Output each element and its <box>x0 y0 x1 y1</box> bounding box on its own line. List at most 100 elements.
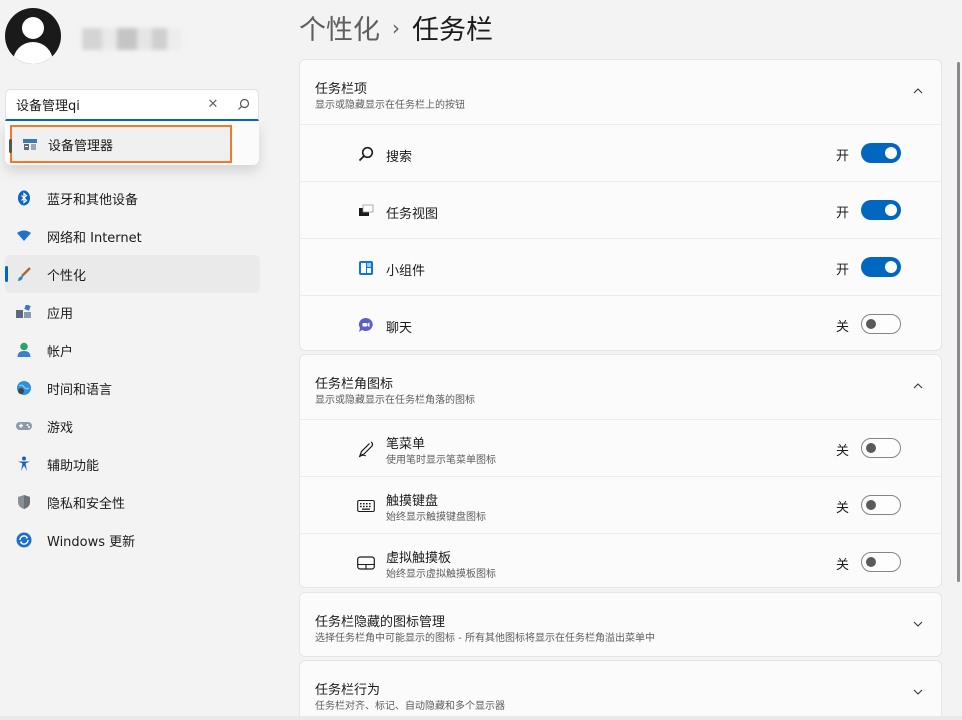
nav-item-gaming[interactable]: 游戏 <box>5 407 260 445</box>
nav-label: 游戏 <box>47 420 74 436</box>
nav-item-accounts[interactable]: 帐户 <box>5 331 260 369</box>
setting-row-widgets: 小组件 开 <box>300 238 941 295</box>
card-header[interactable]: 任务栏项 显示或隐藏显示在任务栏上的按钮 <box>300 60 941 124</box>
user-name-blurred <box>82 28 182 50</box>
nav-item-bluetooth[interactable]: 蓝牙和其他设备 <box>5 179 260 217</box>
section-subtitle: 显示或隐藏显示在任务栏上的按钮 <box>315 100 465 111</box>
bluetooth-icon <box>15 189 33 207</box>
nav-item-apps[interactable]: 应用 <box>5 293 260 331</box>
breadcrumb-separator: › <box>392 15 400 40</box>
pen-menu-toggle[interactable] <box>861 438 901 458</box>
toggle-state-text: 开 <box>836 263 850 278</box>
touchpad-icon <box>357 554 375 572</box>
globe-clock-icon <box>15 379 33 397</box>
device-manager-icon <box>22 137 38 151</box>
settings-search-box[interactable]: ✕ <box>5 89 259 121</box>
section-title: 任务栏隐藏的图标管理 <box>315 615 446 630</box>
suggestion-label: 设备管理器 <box>48 138 114 154</box>
toggle-state-text: 开 <box>836 149 850 164</box>
scrollbar-thumb[interactable] <box>957 62 960 582</box>
taskbar-items-card: 任务栏项 显示或隐藏显示在任务栏上的按钮 搜索 开 任务视图 开 小组件 开 聊… <box>299 59 942 351</box>
row-label: 笔菜单 <box>386 437 426 452</box>
avatar-body <box>13 42 53 64</box>
row-label: 任务视图 <box>386 207 439 222</box>
breadcrumb-current: 任务栏 <box>412 15 493 46</box>
search-icon <box>357 145 375 163</box>
overflow-icons-card[interactable]: 任务栏隐藏的图标管理 选择任务栏角中可能显示的图标 - 所有其他图标将显示在任务… <box>299 592 942 657</box>
keyboard-icon <box>357 497 375 515</box>
setting-row-search: 搜索 开 <box>300 124 941 181</box>
shield-icon <box>15 493 33 511</box>
breadcrumb-parent[interactable]: 个性化 <box>299 8 380 47</box>
toggle-state-text: 关 <box>836 444 850 459</box>
task-view-icon <box>357 202 375 220</box>
card-header[interactable]: 任务栏行为 任务栏对齐、标记、自动隐藏和多个显示器 <box>300 661 941 720</box>
widgets-toggle[interactable] <box>861 257 901 277</box>
toggle-state-text: 开 <box>836 206 850 221</box>
nav-item-network[interactable]: 网络和 Internet <box>5 217 260 255</box>
nav-item-privacy[interactable]: 隐私和安全性 <box>5 483 260 521</box>
page-title: 个性化 › 任务栏 <box>299 8 493 47</box>
avatar-head <box>22 17 44 39</box>
row-description: 始终显示触摸键盘图标 <box>386 512 486 523</box>
toggle-knob <box>866 319 876 329</box>
card-header[interactable]: 任务栏角图标 显示或隐藏显示在任务栏角落的图标 <box>300 355 941 419</box>
corner-icons-card: 任务栏角图标 显示或隐藏显示在任务栏角落的图标 笔菜单 使用笔时显示笔菜单图标 … <box>299 354 942 588</box>
toggle-knob <box>885 147 897 159</box>
virtual-touchpad-toggle[interactable] <box>861 552 901 572</box>
toggle-knob <box>866 557 876 567</box>
toggle-knob <box>866 500 876 510</box>
nav-label: Windows 更新 <box>47 534 136 550</box>
pen-icon <box>357 440 375 458</box>
suggestion-device-manager[interactable]: 设备管理器 <box>9 125 232 163</box>
search-icon[interactable] <box>228 98 258 111</box>
bottom-edge <box>0 716 962 720</box>
row-description: 始终显示虚拟触摸板图标 <box>386 569 496 580</box>
row-description: 使用笔时显示笔菜单图标 <box>386 455 496 466</box>
setting-row-touch-keyboard: 触摸键盘 始终显示触摸键盘图标 关 <box>300 476 941 533</box>
search-input[interactable] <box>6 90 198 119</box>
card-header[interactable]: 任务栏隐藏的图标管理 选择任务栏角中可能显示的图标 - 所有其他图标将显示在任务… <box>300 593 941 656</box>
toggle-knob <box>866 443 876 453</box>
nav-item-time-language[interactable]: 时间和语言 <box>5 369 260 407</box>
section-subtitle: 任务栏对齐、标记、自动隐藏和多个显示器 <box>315 701 505 712</box>
row-label: 小组件 <box>386 264 426 279</box>
nav-item-windows-update[interactable]: Windows 更新 <box>5 521 260 559</box>
chevron-down-icon[interactable] <box>911 685 925 699</box>
windows-update-icon <box>15 531 33 549</box>
active-indicator <box>5 266 8 282</box>
widgets-icon <box>357 259 375 277</box>
toggle-knob <box>885 261 897 273</box>
chevron-down-icon[interactable] <box>911 617 925 631</box>
setting-row-virtual-touchpad: 虚拟触摸板 始终显示虚拟触摸板图标 关 <box>300 533 941 587</box>
setting-row-task-view: 任务视图 开 <box>300 181 941 238</box>
gamepad-icon <box>15 417 33 435</box>
nav-label: 隐私和安全性 <box>47 496 126 512</box>
settings-nav: 蓝牙和其他设备 网络和 Internet 个性化 应用 帐户 时间和语言 游戏 … <box>5 179 260 559</box>
toggle-state-text: 关 <box>836 320 850 335</box>
section-title: 任务栏行为 <box>315 683 381 698</box>
nav-label: 辅助功能 <box>47 458 100 474</box>
clear-search-icon[interactable]: ✕ <box>198 97 228 112</box>
nav-item-personalization[interactable]: 个性化 <box>5 255 260 293</box>
search-suggestions-dropdown: 设备管理器 <box>5 121 259 165</box>
section-subtitle: 选择任务栏角中可能显示的图标 - 所有其他图标将显示在任务栏角溢出菜单中 <box>315 633 655 644</box>
toggle-state-text: 关 <box>836 558 850 573</box>
taskbar-behaviors-card[interactable]: 任务栏行为 任务栏对齐、标记、自动隐藏和多个显示器 <box>299 660 942 720</box>
nav-item-accessibility[interactable]: 辅助功能 <box>5 445 260 483</box>
accessibility-icon <box>15 455 33 473</box>
user-avatar-icon[interactable] <box>5 8 61 64</box>
chat-toggle[interactable] <box>861 314 901 334</box>
nav-label: 帐户 <box>47 344 74 360</box>
row-label: 搜索 <box>386 150 413 165</box>
toggle-knob <box>885 204 897 216</box>
apps-icon <box>15 303 33 321</box>
row-label: 触摸键盘 <box>386 494 439 509</box>
task-view-toggle[interactable] <box>861 200 901 220</box>
search-toggle[interactable] <box>861 143 901 163</box>
chevron-up-icon[interactable] <box>911 84 925 98</box>
chat-icon <box>357 316 375 334</box>
nav-label: 蓝牙和其他设备 <box>47 192 139 208</box>
touch-keyboard-toggle[interactable] <box>861 495 901 515</box>
chevron-up-icon[interactable] <box>911 379 925 393</box>
